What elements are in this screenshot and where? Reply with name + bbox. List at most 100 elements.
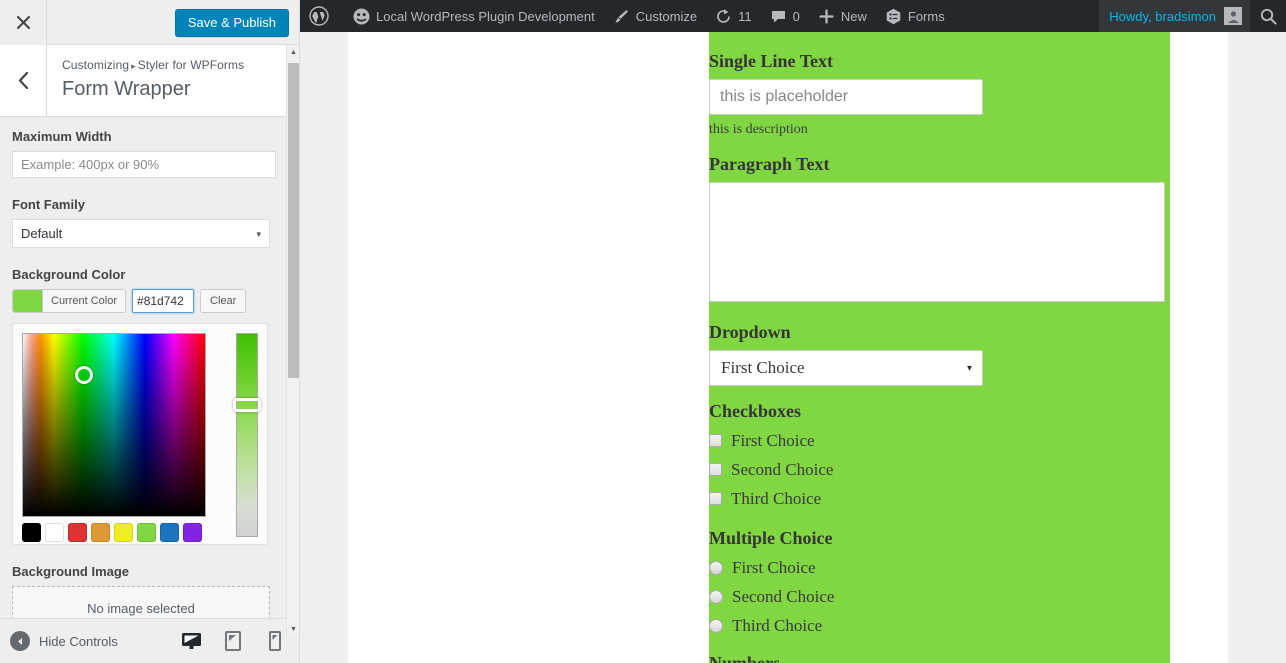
customizer-topbar: Save & Publish bbox=[0, 0, 299, 45]
hex-color-input[interactable] bbox=[132, 289, 195, 313]
palette-swatch-4[interactable] bbox=[114, 523, 133, 542]
wp-logo-menu[interactable] bbox=[300, 0, 344, 32]
close-icon[interactable] bbox=[0, 0, 47, 45]
clear-color-button[interactable]: Clear bbox=[200, 289, 247, 313]
iris-color-picker bbox=[12, 323, 268, 545]
scroll-up-arrow-icon[interactable]: ▲ bbox=[287, 45, 299, 59]
updates-icon bbox=[715, 8, 732, 25]
palette-swatch-3[interactable] bbox=[91, 523, 110, 542]
customize-menu[interactable]: Customize bbox=[604, 0, 706, 32]
sidebar-scrollbar[interactable]: ▲ ▼ bbox=[286, 45, 299, 636]
radio-label-2: Third Choice bbox=[732, 616, 823, 635]
checkbox-input-2[interactable] bbox=[709, 492, 722, 505]
palette-swatch-7[interactable] bbox=[183, 523, 202, 542]
field-spacer bbox=[709, 386, 1150, 400]
dropdown-label: Dropdown bbox=[709, 322, 791, 342]
background-image-label: Background Image bbox=[12, 564, 130, 579]
palette-swatch-6[interactable] bbox=[160, 523, 179, 542]
forms-menu[interactable]: Forms bbox=[876, 0, 954, 32]
color-picker-cursor[interactable] bbox=[75, 366, 93, 384]
checkboxes-label: Checkboxes bbox=[709, 401, 802, 421]
field-multiple-choice: Multiple Choice First Choice Second Choic… bbox=[709, 527, 1150, 640]
customizer-header-text: Customizing ▸ Styler for WPForms Form Wrap… bbox=[47, 45, 299, 116]
paragraph-text-textarea[interactable] bbox=[709, 182, 1165, 302]
hue-slider-strip[interactable] bbox=[233, 333, 261, 537]
single-line-text-input[interactable] bbox=[709, 79, 983, 115]
saturation-value-square[interactable] bbox=[22, 333, 206, 517]
checkbox-option-row[interactable]: Second Choice bbox=[709, 455, 1150, 484]
wpforms-form-wrapper: Single Line Text this is description Par… bbox=[709, 32, 1170, 663]
hue-slider-handle[interactable] bbox=[233, 398, 261, 412]
user-avatar-icon bbox=[1224, 7, 1242, 25]
chevron-down-icon: ▾ bbox=[966, 363, 972, 374]
radio-input-2[interactable] bbox=[709, 618, 723, 633]
radio-option-row[interactable]: First Choice bbox=[709, 553, 1150, 582]
single-line-text-description: this is description bbox=[709, 122, 808, 137]
radio-input-1[interactable] bbox=[709, 589, 723, 604]
scrollbar-thumb[interactable] bbox=[288, 63, 299, 378]
current-color-swatch bbox=[13, 290, 43, 312]
multiple-choice-label: Multiple Choice bbox=[709, 528, 833, 548]
control-background-color: Background Color Current Color Clear bbox=[12, 266, 276, 545]
hide-controls-label: Hide Controls bbox=[39, 633, 118, 649]
search-icon[interactable] bbox=[1250, 0, 1286, 32]
radio-label-1: Second Choice bbox=[732, 587, 835, 606]
checkbox-option-row[interactable]: First Choice bbox=[709, 426, 1150, 455]
field-single-line-text: Single Line Text this is description bbox=[709, 50, 1150, 139]
radio-input-0[interactable] bbox=[709, 560, 723, 575]
desktop-preview-button[interactable] bbox=[180, 630, 202, 652]
new-content-menu[interactable]: New bbox=[809, 0, 876, 32]
current-color-label: Current Color bbox=[51, 295, 118, 307]
checkbox-input-0[interactable] bbox=[709, 434, 722, 447]
color-control-row: Current Color Clear bbox=[12, 289, 276, 313]
checkbox-input-1[interactable] bbox=[709, 463, 722, 476]
palette-swatch-1[interactable] bbox=[45, 523, 64, 542]
dropdown-selected-value: First Choice bbox=[721, 358, 805, 377]
mobile-preview-button[interactable] bbox=[264, 630, 286, 652]
previewed-page-body: Single Line Text this is description Par… bbox=[300, 32, 1286, 663]
site-name-menu[interactable]: Local WordPress Plugin Development bbox=[344, 0, 604, 32]
chevron-left-icon[interactable] bbox=[0, 45, 47, 116]
site-preview-frame: Local WordPress Plugin Development Custo… bbox=[300, 0, 1286, 663]
palette-swatch-0[interactable] bbox=[22, 523, 41, 542]
comment-bubble-icon bbox=[770, 8, 787, 25]
breadcrumb-root[interactable]: Customizing bbox=[62, 58, 129, 72]
howdy-label: Howdy, bradsimon bbox=[1109, 8, 1216, 24]
radio-option-row[interactable]: Third Choice bbox=[709, 611, 1150, 640]
customizer-controls: Maximum Width Font Family Default ▾ Back… bbox=[0, 118, 288, 636]
palette-swatch-2[interactable] bbox=[68, 523, 87, 542]
radio-label-0: First Choice bbox=[732, 558, 816, 577]
checkbox-option-row[interactable]: Third Choice bbox=[709, 484, 1150, 513]
field-spacer bbox=[709, 513, 1150, 527]
comments-menu[interactable]: 0 bbox=[761, 0, 809, 32]
breadcrumb-panel[interactable]: Styler for WPForms bbox=[138, 58, 244, 72]
scroll-down-arrow-icon[interactable]: ▼ bbox=[287, 622, 299, 636]
numbers-label: Numbers bbox=[709, 653, 780, 663]
maximum-width-input[interactable] bbox=[12, 151, 276, 178]
page-right-gutter bbox=[1228, 32, 1286, 663]
black-gradient-layer bbox=[23, 334, 205, 516]
collapse-arrow-icon bbox=[10, 631, 30, 651]
paintbrush-icon bbox=[613, 8, 630, 25]
paragraph-text-label: Paragraph Text bbox=[709, 154, 830, 174]
customizer-page: Save & Publish Customizing ▸ Styler for WP… bbox=[0, 0, 1286, 663]
dropdown-select[interactable]: First Choice ▾ bbox=[709, 350, 983, 386]
palette-swatch-5[interactable] bbox=[137, 523, 156, 542]
updates-menu[interactable]: 11 bbox=[706, 0, 761, 32]
wpforms-fields-container: Single Line Text this is description Par… bbox=[709, 50, 1165, 663]
field-dropdown: Dropdown First Choice ▾ bbox=[709, 321, 1150, 386]
tablet-preview-button[interactable] bbox=[222, 630, 244, 652]
font-family-label: Font Family bbox=[12, 197, 85, 212]
radio-options-list: First Choice Second Choice Third Choice bbox=[709, 553, 1150, 640]
comments-count: 0 bbox=[792, 8, 800, 24]
device-preview-switcher bbox=[180, 630, 299, 652]
forms-icon bbox=[885, 8, 902, 25]
radio-option-row[interactable]: Second Choice bbox=[709, 582, 1150, 611]
current-color-button[interactable]: Current Color bbox=[12, 289, 127, 313]
page-left-gutter bbox=[300, 32, 348, 663]
font-family-select[interactable]: Default ▾ bbox=[12, 219, 270, 248]
hide-controls-button[interactable]: Hide Controls bbox=[0, 631, 180, 651]
save-and-publish-button[interactable]: Save & Publish bbox=[174, 9, 289, 37]
single-line-text-label: Single Line Text bbox=[709, 51, 834, 71]
my-account-menu[interactable]: Howdy, bradsimon bbox=[1099, 0, 1250, 32]
